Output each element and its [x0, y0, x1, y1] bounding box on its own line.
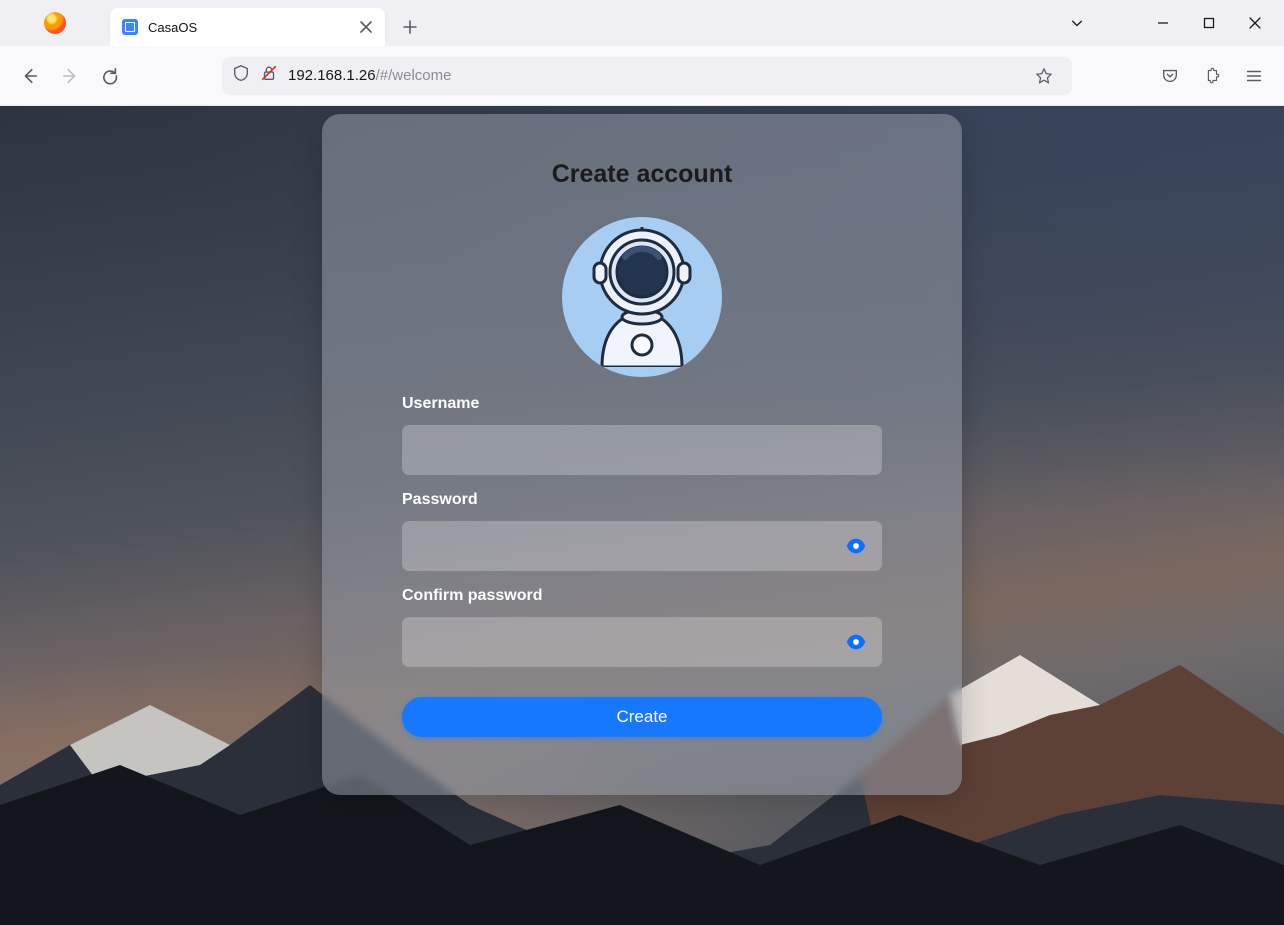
reload-icon	[101, 67, 119, 85]
nav-forward-button[interactable]	[52, 58, 88, 94]
tab-list-button[interactable]	[1054, 0, 1100, 46]
url-path: /#/welcome	[376, 67, 452, 84]
confirm-password-label: Confirm password	[402, 587, 882, 605]
nav-back-button[interactable]	[12, 58, 48, 94]
chevron-down-icon	[1071, 17, 1083, 29]
new-tab-button[interactable]	[395, 12, 425, 42]
close-icon	[1249, 17, 1261, 29]
avatar-wrap	[402, 217, 882, 377]
close-icon	[360, 21, 372, 33]
browser-tab[interactable]: CasaOS	[110, 8, 385, 46]
astronaut-icon	[577, 227, 707, 367]
arrow-left-icon	[21, 67, 39, 85]
url-bar[interactable]: 192.168.1.26/#/welcome	[222, 57, 1072, 95]
window-close-button[interactable]	[1232, 0, 1278, 46]
username-input[interactable]	[402, 425, 882, 475]
arrow-right-icon	[61, 67, 79, 85]
create-account-card: Create account	[322, 114, 962, 795]
extensions-button[interactable]	[1194, 58, 1230, 94]
app-menu-button[interactable]	[1236, 58, 1272, 94]
puzzle-icon	[1203, 67, 1221, 85]
insecure-lock-icon[interactable]	[260, 64, 278, 87]
hamburger-icon	[1245, 67, 1263, 85]
window-minimize-button[interactable]	[1140, 0, 1186, 46]
toggle-password-visibility[interactable]	[842, 532, 870, 560]
card-heading: Create account	[402, 160, 882, 189]
avatar-astronaut	[562, 217, 722, 377]
window-maximize-button[interactable]	[1186, 0, 1232, 46]
password-input[interactable]	[402, 521, 882, 571]
star-icon	[1035, 67, 1053, 85]
bookmark-button[interactable]	[1026, 58, 1062, 94]
tab-favicon	[122, 19, 138, 35]
window-controls	[1054, 0, 1278, 46]
confirm-password-input[interactable]	[402, 617, 882, 667]
username-label: Username	[402, 395, 882, 413]
nav-reload-button[interactable]	[92, 58, 128, 94]
pocket-icon	[1161, 67, 1179, 85]
browser-toolbar: 192.168.1.26/#/welcome	[0, 46, 1284, 106]
tab-close-button[interactable]	[357, 18, 375, 36]
toggle-confirm-password-visibility[interactable]	[842, 628, 870, 656]
eye-icon	[845, 631, 867, 653]
maximize-icon	[1203, 17, 1215, 29]
create-button[interactable]: Create	[402, 697, 882, 737]
url-security-icons	[232, 64, 278, 87]
shield-icon[interactable]	[232, 64, 250, 87]
browser-tab-strip: CasaOS	[0, 0, 1284, 46]
url-host: 192.168.1.26	[288, 67, 376, 84]
tab-title: CasaOS	[148, 20, 197, 35]
eye-icon	[845, 535, 867, 557]
plus-icon	[403, 20, 417, 34]
toolbar-right	[1086, 58, 1272, 94]
firefox-icon	[44, 12, 66, 34]
url-text: 192.168.1.26/#/welcome	[288, 67, 451, 84]
password-label: Password	[402, 491, 882, 509]
firefox-logo	[0, 0, 110, 46]
pocket-button[interactable]	[1152, 58, 1188, 94]
minimize-icon	[1157, 17, 1169, 29]
page-viewport: Create account	[0, 106, 1284, 925]
